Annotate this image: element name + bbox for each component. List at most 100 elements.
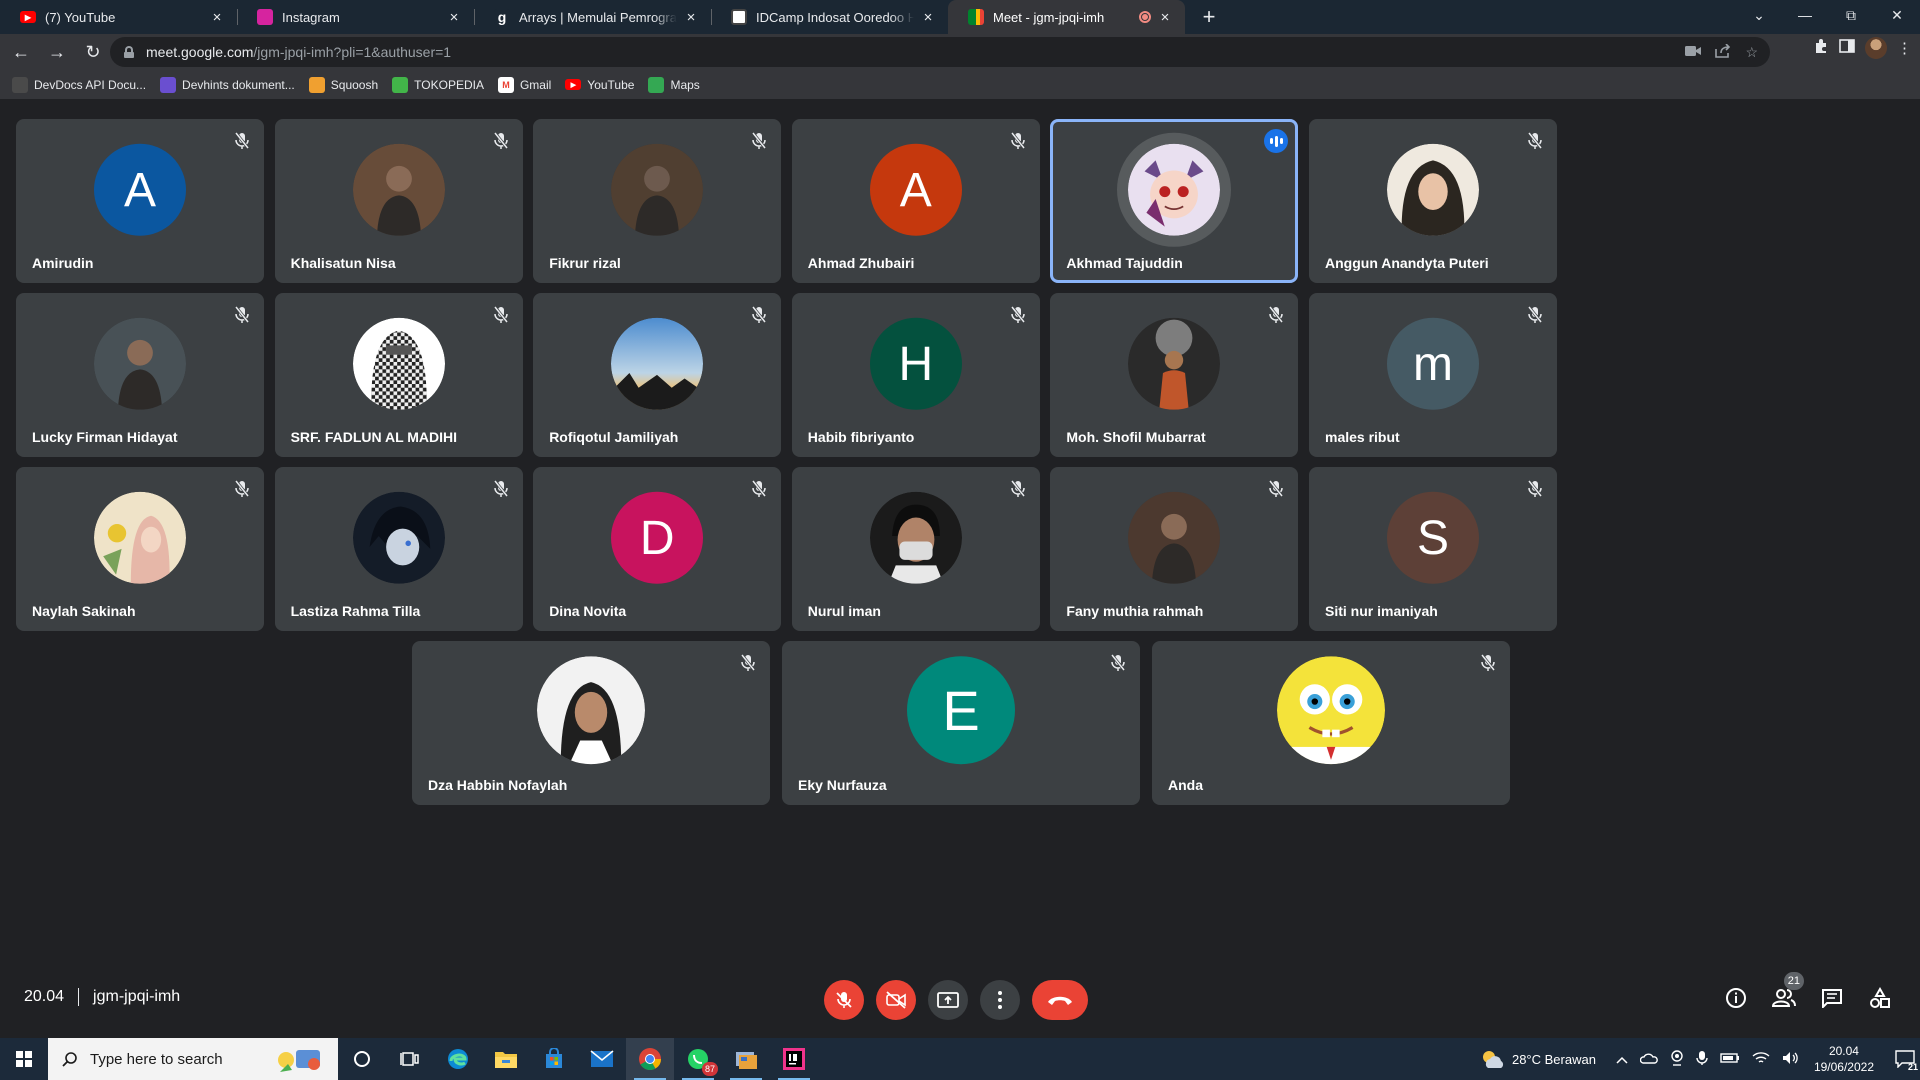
participant-name: Amirudin bbox=[32, 255, 94, 271]
participant-tile[interactable]: H Habib fibriyanto bbox=[791, 293, 1040, 457]
microphone-tray-icon[interactable] bbox=[1696, 1050, 1708, 1069]
youtube-icon: ▶ bbox=[20, 11, 36, 23]
url-text[interactable]: meet.google.com/jgm-jpqi-imh?pli=1&authu… bbox=[146, 44, 451, 60]
browser-tab[interactable]: g Arrays | Memulai Pemrograman D × bbox=[474, 0, 711, 34]
taskbar-whatsapp[interactable]: 87 bbox=[674, 1038, 722, 1080]
browser-tab[interactable]: Instagram × bbox=[237, 0, 474, 34]
extensions-icon[interactable] bbox=[1813, 38, 1829, 58]
reload-button[interactable]: ↻ bbox=[78, 37, 108, 67]
meeting-details-button[interactable] bbox=[1724, 986, 1748, 1010]
participant-tile[interactable]: Lastiza Rahma Tilla bbox=[274, 467, 523, 631]
close-tab-icon[interactable]: × bbox=[446, 9, 462, 26]
participant-tile[interactable]: E Eky Nurfauza bbox=[782, 641, 1140, 805]
bookmark-item[interactable]: ▶ YouTube bbox=[565, 78, 634, 92]
browser-tab[interactable]: ▶ (7) YouTube × bbox=[0, 0, 237, 34]
devhints-icon bbox=[160, 76, 177, 93]
participant-tile[interactable]: Anda bbox=[1152, 641, 1510, 805]
taskbar-mail[interactable] bbox=[578, 1038, 626, 1080]
tab-search-icon[interactable]: ⌄ bbox=[1736, 0, 1782, 30]
close-window-button[interactable]: ✕ bbox=[1874, 0, 1920, 30]
forward-button[interactable]: → bbox=[42, 37, 72, 67]
restore-button[interactable]: ⧉ bbox=[1828, 0, 1874, 30]
more-options-button[interactable] bbox=[980, 980, 1020, 1020]
close-tab-icon[interactable]: × bbox=[920, 9, 936, 26]
webcam-tray-icon[interactable] bbox=[1670, 1049, 1684, 1069]
participant-tile[interactable]: Naylah Sakinah bbox=[16, 467, 264, 631]
participant-tile[interactable]: SRF. FADLUN AL MADIHI bbox=[274, 293, 523, 457]
mic-muted-icon bbox=[747, 129, 771, 153]
chat-button[interactable] bbox=[1820, 986, 1844, 1010]
participant-tile[interactable]: Dza Habbin Nofaylah bbox=[412, 641, 770, 805]
taskbar-app-paint[interactable] bbox=[722, 1038, 770, 1080]
volume-icon[interactable] bbox=[1782, 1051, 1800, 1068]
tab-title: Instagram bbox=[282, 9, 340, 25]
participant-tile[interactable]: Fikrur rizal bbox=[533, 119, 782, 283]
task-view-button[interactable] bbox=[386, 1038, 434, 1080]
bookmark-star-icon[interactable]: ☆ bbox=[1745, 44, 1758, 61]
start-button[interactable] bbox=[0, 1038, 48, 1080]
taskbar-edge[interactable] bbox=[434, 1038, 482, 1080]
taskbar-store[interactable] bbox=[530, 1038, 578, 1080]
wifi-icon[interactable] bbox=[1752, 1051, 1770, 1068]
participant-tile[interactable]: Nurul iman bbox=[791, 467, 1040, 631]
minimize-button[interactable]: — bbox=[1782, 0, 1828, 30]
people-button[interactable]: 21 bbox=[1772, 972, 1804, 1010]
youtube-icon: ▶ bbox=[565, 79, 582, 90]
participant-tile[interactable]: A Ahmad Zhubairi bbox=[791, 119, 1040, 283]
participant-tile[interactable]: S Siti nur imaniyah bbox=[1309, 467, 1557, 631]
weather-widget[interactable]: 28°C Berawan bbox=[1480, 1048, 1596, 1070]
search-highlight-icon bbox=[278, 1050, 320, 1072]
participant-tile[interactable]: Moh. Shofil Mubarrat bbox=[1050, 293, 1299, 457]
bookmark-item[interactable]: Maps bbox=[648, 76, 700, 93]
share-icon[interactable] bbox=[1715, 42, 1731, 61]
participant-tile[interactable]: m males ribut bbox=[1309, 293, 1557, 457]
onedrive-icon[interactable] bbox=[1639, 1052, 1658, 1067]
participant-tile[interactable]: Khalisatun Nisa bbox=[274, 119, 523, 283]
profile-avatar[interactable] bbox=[1865, 37, 1887, 59]
close-tab-icon[interactable]: × bbox=[683, 9, 699, 26]
partly-cloudy-icon bbox=[1482, 1051, 1504, 1068]
bookmark-item[interactable]: DevDocs API Docu... bbox=[12, 76, 146, 93]
bookmark-item[interactable]: TOKOPEDIA bbox=[392, 76, 484, 93]
camera-off-button[interactable] bbox=[876, 980, 916, 1020]
participant-tile[interactable]: D Dina Novita bbox=[533, 467, 782, 631]
action-center-button[interactable]: 21 bbox=[1890, 1038, 1920, 1080]
side-panel-icon[interactable] bbox=[1839, 38, 1855, 58]
camera-in-use-icon[interactable] bbox=[1685, 44, 1702, 60]
activities-button[interactable] bbox=[1868, 986, 1892, 1010]
browser-tab[interactable]: IDCamp Indosat Ooredoo Hutchi × bbox=[711, 0, 948, 34]
taskbar-clock[interactable]: 20.04 19/06/2022 bbox=[1814, 1043, 1874, 1075]
back-button[interactable]: ← bbox=[6, 37, 36, 67]
cortana-button[interactable] bbox=[338, 1038, 386, 1080]
participant-tile[interactable]: Fany muthia rahmah bbox=[1050, 467, 1299, 631]
bookmark-item[interactable]: Devhints dokument... bbox=[160, 76, 295, 93]
lock-icon[interactable] bbox=[124, 46, 134, 58]
browser-tab[interactable]: Meet - jgm-jpqi-imh × bbox=[948, 0, 1185, 34]
show-hidden-icons-chevron-icon[interactable] bbox=[1616, 1052, 1628, 1067]
participant-avatar bbox=[352, 317, 445, 410]
participant-name: Fany muthia rahmah bbox=[1066, 603, 1204, 619]
battery-icon[interactable] bbox=[1720, 1052, 1740, 1067]
new-tab-button[interactable]: + bbox=[1195, 3, 1223, 31]
microphone-off-button[interactable] bbox=[824, 980, 864, 1020]
taskbar-file-explorer[interactable] bbox=[482, 1038, 530, 1080]
taskbar-intellij[interactable] bbox=[770, 1038, 818, 1080]
participant-tile[interactable]: Akhmad Tajuddin bbox=[1050, 119, 1299, 283]
taskbar-chrome[interactable] bbox=[626, 1038, 674, 1080]
intellij-icon bbox=[783, 1048, 805, 1070]
close-tab-icon[interactable]: × bbox=[209, 9, 225, 26]
participant-avatar bbox=[1117, 132, 1232, 247]
address-bar[interactable]: meet.google.com/jgm-jpqi-imh?pli=1&authu… bbox=[110, 37, 1770, 67]
close-tab-icon[interactable]: × bbox=[1157, 9, 1173, 26]
bookmark-item[interactable]: M Gmail bbox=[497, 76, 551, 93]
participant-tile[interactable]: Rofiqotul Jamiliyah bbox=[533, 293, 782, 457]
present-screen-button[interactable] bbox=[928, 980, 968, 1020]
participant-avatar: H bbox=[869, 317, 962, 410]
leave-call-button[interactable] bbox=[1032, 980, 1088, 1020]
participant-tile[interactable]: Anggun Anandyta Puteri bbox=[1309, 119, 1557, 283]
taskbar-search[interactable]: Type here to search bbox=[48, 1038, 338, 1080]
participant-tile[interactable]: A Amirudin bbox=[16, 119, 264, 283]
participant-tile[interactable]: Lucky Firman Hidayat bbox=[16, 293, 264, 457]
bookmark-item[interactable]: Squoosh bbox=[308, 76, 378, 93]
chrome-menu-icon[interactable]: ⋮ bbox=[1897, 39, 1912, 57]
